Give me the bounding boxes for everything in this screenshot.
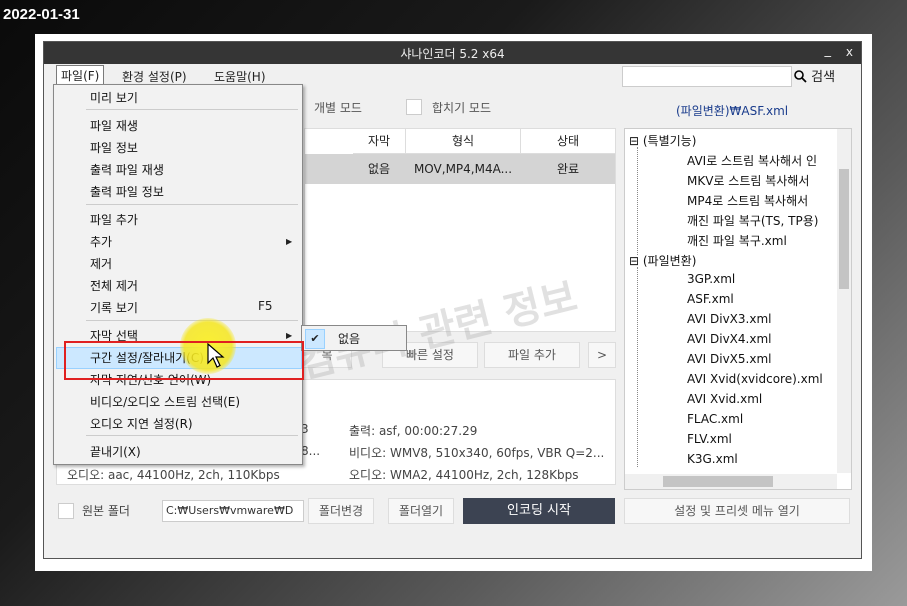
tree-item[interactable]: AVI Xvid.xml	[687, 392, 762, 406]
search-icon	[794, 70, 807, 83]
tree-line	[637, 267, 638, 467]
menu-item-audio-delay[interactable]: 오디오 지연 설정(R)	[90, 415, 193, 432]
preset-tree[interactable]: ⊟ (특별기능) AVI로 스트림 복사해서 인 MKV로 스트림 복사해서 M…	[624, 128, 852, 490]
menu-item-play-file[interactable]: 파일 재생	[90, 117, 138, 134]
tree-group-label: (파일변환)	[642, 254, 697, 268]
tree-item[interactable]: FLV.xml	[687, 432, 732, 446]
column-header-subtitle[interactable]: 자막	[353, 129, 406, 154]
tree-line	[637, 147, 638, 255]
submenu-arrow-icon: ▶	[286, 331, 293, 340]
window-title: 샤나인코더 5.2 x64	[400, 47, 505, 61]
tree-item[interactable]: MKV로 스트림 복사해서	[687, 172, 809, 189]
open-folder-button[interactable]: 폴더열기	[388, 498, 454, 524]
open-presets-button[interactable]: 설정 및 프리셋 메뉴 열기	[624, 498, 850, 524]
start-encoding-button[interactable]: 인코딩 시작	[463, 498, 615, 524]
output-video-info: 비디오: WMV8, 510x340, 60fps, VBR Q=2...	[349, 446, 605, 460]
tree-vertical-scrollbar[interactable]	[837, 129, 851, 473]
cell-format: MOV,MP4,M4A...	[413, 162, 513, 176]
submenu-arrow-icon: ▶	[286, 237, 293, 246]
history-shortcut: F5	[258, 299, 273, 313]
menu-item-play-output[interactable]: 출력 파일 재생	[90, 161, 164, 178]
cell-subtitle: 없음	[367, 162, 391, 176]
column-header-format[interactable]: 형식	[406, 129, 521, 154]
close-button[interactable]: x	[846, 45, 853, 59]
current-preset[interactable]: (파일변환)₩ASF.xml	[676, 102, 788, 119]
menu-item-remove-all[interactable]: 전체 제거	[90, 277, 138, 294]
mouse-cursor-icon	[207, 343, 225, 368]
menu-item-exit[interactable]: 끝내기(X)	[90, 443, 141, 460]
file-menu-dropdown: 미리 보기 파일 재생 파일 정보 출력 파일 재생 출력 파일 정보 파일 추…	[53, 84, 303, 465]
merge-mode-label[interactable]: 합치기 모드	[432, 99, 491, 116]
tree-group-convert[interactable]: ⊟ (파일변환)	[629, 252, 696, 269]
title-bar: 샤나인코더 5.2 x64 _ x	[44, 42, 861, 64]
tree-item[interactable]: FLAC.xml	[687, 412, 743, 426]
input-audio-info: 오디오: aac, 44100Hz, 2ch, 110Kbps	[67, 468, 280, 482]
app-window: 샤나인코더 5.2 x64 _ x 파일(F) 환경 설정(P) 도움말(H) …	[43, 41, 862, 559]
change-folder-button[interactable]: 폴더변경	[308, 498, 374, 524]
output-audio-info: 오디오: WMA2, 44100Hz, 2ch, 128Kbps	[349, 468, 579, 482]
menu-item-remove[interactable]: 제거	[90, 255, 112, 272]
tree-item[interactable]: AVI로 스트림 복사해서 인	[687, 152, 817, 169]
tree-item[interactable]: ASF.xml	[687, 292, 734, 306]
search-label: 검색	[811, 70, 836, 85]
search-input[interactable]	[622, 66, 792, 87]
menu-item-output-info[interactable]: 출력 파일 정보	[90, 183, 164, 200]
tree-group-label: (특별기능)	[642, 134, 697, 148]
output-path-field[interactable]: C:₩Users₩vmware₩D	[162, 500, 304, 522]
input-fragment-2: 8...	[301, 444, 321, 458]
tree-group-special[interactable]: ⊟ (특별기능)	[629, 132, 696, 149]
output-info: 출력: asf, 00:00:27.29	[349, 424, 478, 438]
source-folder-label[interactable]: 원본 폴더	[82, 502, 130, 519]
highlight-annotation-box	[64, 341, 304, 380]
column-header-status[interactable]: 상태	[521, 129, 615, 154]
tree-item[interactable]: 깨진 파일 복구.xml	[687, 232, 787, 249]
merge-mode-checkbox[interactable]	[406, 99, 422, 115]
tree-horizontal-scrollbar[interactable]	[625, 474, 837, 489]
menu-separator	[86, 204, 298, 205]
cell-status: 완료	[556, 162, 580, 176]
tree-item[interactable]: K3G.xml	[687, 452, 738, 466]
add-file-button[interactable]: 파일 추가	[484, 342, 580, 368]
menu-item-file-info[interactable]: 파일 정보	[90, 139, 138, 156]
menu-item-add-file[interactable]: 파일 추가	[90, 211, 138, 228]
minimize-button[interactable]: _	[825, 43, 832, 58]
search-button[interactable]: 검색	[794, 66, 835, 85]
source-folder-checkbox[interactable]	[58, 503, 74, 519]
submenu-item-none[interactable]: 없음	[338, 330, 360, 347]
individual-mode-label[interactable]: 개별 모드	[314, 99, 362, 116]
menu-separator	[86, 435, 298, 436]
more-button[interactable]: >	[588, 342, 616, 368]
tree-item[interactable]: MP4로 스트림 복사해서	[687, 192, 808, 209]
menu-separator	[86, 109, 298, 110]
menu-item-add[interactable]: 추가	[90, 233, 112, 250]
menu-item-history[interactable]: 기록 보기	[90, 299, 138, 316]
scrollbar-thumb[interactable]	[663, 476, 773, 487]
subtitle-submenu: ✔ 없음	[301, 325, 407, 351]
tree-item[interactable]: AVI DivX3.xml	[687, 312, 771, 326]
menu-separator	[86, 320, 298, 321]
check-icon: ✔	[305, 329, 325, 349]
tree-item[interactable]: AVI DivX5.xml	[687, 352, 771, 366]
tree-item[interactable]: AVI Xvid(xvidcore).xml	[687, 372, 823, 386]
tree-item[interactable]: 깨진 파일 복구(TS, TP용)	[687, 212, 818, 229]
tree-item[interactable]: AVI DivX4.xml	[687, 332, 771, 346]
tree-item[interactable]: 3GP.xml	[687, 272, 735, 286]
menu-item-stream-select[interactable]: 비디오/오디오 스트림 선택(E)	[90, 393, 240, 410]
menu-item-preview[interactable]: 미리 보기	[90, 89, 138, 106]
date-stamp: 2022-01-31	[3, 6, 80, 23]
scrollbar-thumb[interactable]	[839, 169, 849, 289]
